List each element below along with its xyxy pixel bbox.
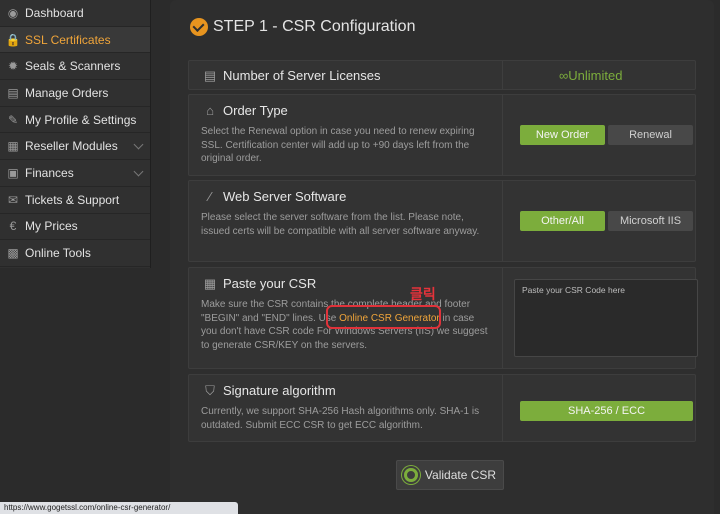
signature-title: ⛉ Signature algorithm [201, 382, 336, 399]
sidebar-item-label: Dashboard [25, 5, 84, 20]
tools-icon: ▩ [7, 246, 19, 261]
sidebar-item-label: SSL Certificates [25, 32, 111, 47]
paste-csr-title-text: Paste your CSR [223, 276, 317, 291]
modules-icon: ▦ [7, 139, 19, 154]
chevron-down-icon [133, 139, 144, 150]
sidebar-item-label: My Profile & Settings [25, 112, 137, 127]
csr-code-textarea[interactable] [514, 279, 698, 357]
paste-csr-title: ▦ Paste your CSR [201, 275, 317, 292]
click-annotation: 클릭 [410, 286, 436, 302]
sidebar-item-online-tools[interactable]: ▩ Online Tools [0, 240, 150, 267]
shield-icon: ⛉ [205, 382, 215, 398]
sha256-ecc-button[interactable]: SHA-256 / ECC [520, 401, 693, 421]
other-all-button[interactable]: Other/All [520, 211, 605, 231]
signature-title-text: Signature algorithm [223, 383, 336, 398]
server-software-title: ⁄ Web Server Software [201, 189, 346, 204]
euro-icon: € [9, 219, 17, 234]
online-csr-generator-link[interactable]: Online CSR Generator [339, 313, 440, 324]
server-software-title-text: Web Server Software [223, 189, 347, 204]
server-software-card: ⁄ Web Server Software Please select the … [188, 180, 696, 262]
licenses-title: ▤ Number of Server Licenses [201, 67, 381, 84]
step-title-text: STEP 1 - CSR Configuration [213, 18, 416, 35]
paste-csr-card: ▦ Paste your CSR Make sure the CSR conta… [188, 267, 698, 369]
chevron-down-icon [133, 166, 144, 177]
sidebar-item-label: Tickets & Support [25, 192, 120, 207]
magic-wand-icon: ⁄ [208, 189, 212, 204]
orders-icon: ▤ [7, 85, 19, 100]
wrench-icon: ✎ [7, 112, 19, 127]
sidebar-item-label: My Prices [25, 219, 78, 234]
sidebar-item-manage-orders[interactable]: ▤ Manage Orders [0, 80, 150, 107]
qr-code-icon: ▦ [203, 275, 217, 291]
signature-desc: Currently, we support SHA-256 Hash algor… [201, 406, 480, 431]
validate-csr-button[interactable]: Validate CSR [396, 460, 504, 490]
status-bar-url: https://www.gogetssl.com/online-csr-gene… [0, 502, 238, 514]
sidebar-item-label: Seals & Scanners [25, 59, 121, 74]
check-badge-icon [190, 18, 208, 36]
order-type-title-text: Order Type [223, 103, 288, 118]
sidebar-item-finances[interactable]: ▣ Finances [0, 160, 150, 187]
licenses-value: ∞Unlimited [559, 68, 623, 83]
validate-csr-label: Validate CSR [424, 468, 497, 482]
microsoft-iis-button[interactable]: Microsoft IIS [608, 211, 693, 231]
new-order-button[interactable]: New Order [520, 125, 605, 145]
sidebar-item-label: Online Tools [25, 246, 91, 261]
bug-icon: ✹ [7, 59, 19, 74]
sidebar-item-label: Manage Orders [25, 85, 109, 100]
sidebar-item-seals-scanners[interactable]: ✹ Seals & Scanners [0, 53, 150, 81]
sidebar-item-label: Reseller Modules [25, 139, 118, 154]
page-title: STEP 1 - CSR Configuration [190, 18, 415, 36]
sidebar-item-reseller-modules[interactable]: ▦ Reseller Modules [0, 133, 150, 161]
sidebar-item-dashboard[interactable]: ◉ Dashboard [0, 0, 150, 27]
sidebar-item-ssl-certificates[interactable]: 🔒 SSL Certificates [0, 26, 150, 54]
order-type-title: ⌂ Order Type [201, 103, 288, 118]
sidebar-item-my-prices[interactable]: € My Prices [0, 214, 150, 241]
sidebar-item-tickets-support[interactable]: ✉ Tickets & Support [0, 187, 150, 214]
server-software-desc: Please select the server software from t… [201, 212, 480, 237]
basket-icon: ⌂ [206, 103, 214, 118]
server-icon: ▤ [203, 67, 217, 83]
sidebar-item-my-profile-settings[interactable]: ✎ My Profile & Settings [0, 107, 150, 134]
sidebar: ◉ Dashboard 🔒 SSL Certificates ✹ Seals & Scan… [0, 0, 151, 268]
support-icon: ✉ [7, 192, 19, 207]
main-panel: STEP 1 - CSR Configuration ▤ Number of S… [170, 0, 714, 514]
order-type-card: ⌂ Order Type Select the Renewal option i… [188, 94, 696, 176]
order-type-desc: Select the Renewal option in case you ne… [201, 126, 475, 164]
lock-icon: 🔒 [5, 32, 21, 47]
finances-icon: ▣ [7, 165, 19, 180]
paste-csr-desc: Make sure the CSR contains the complete … [201, 298, 489, 352]
licenses-card: ▤ Number of Server Licenses ∞Unlimited [188, 60, 696, 90]
renewal-button[interactable]: Renewal [608, 125, 693, 145]
dashboard-icon: ◉ [7, 5, 19, 20]
licenses-label: Number of Server Licenses [223, 68, 381, 83]
sidebar-item-label: Finances [25, 165, 74, 180]
gear-icon [403, 468, 418, 482]
signature-card: ⛉ Signature algorithm Currently, we supp… [188, 374, 696, 442]
